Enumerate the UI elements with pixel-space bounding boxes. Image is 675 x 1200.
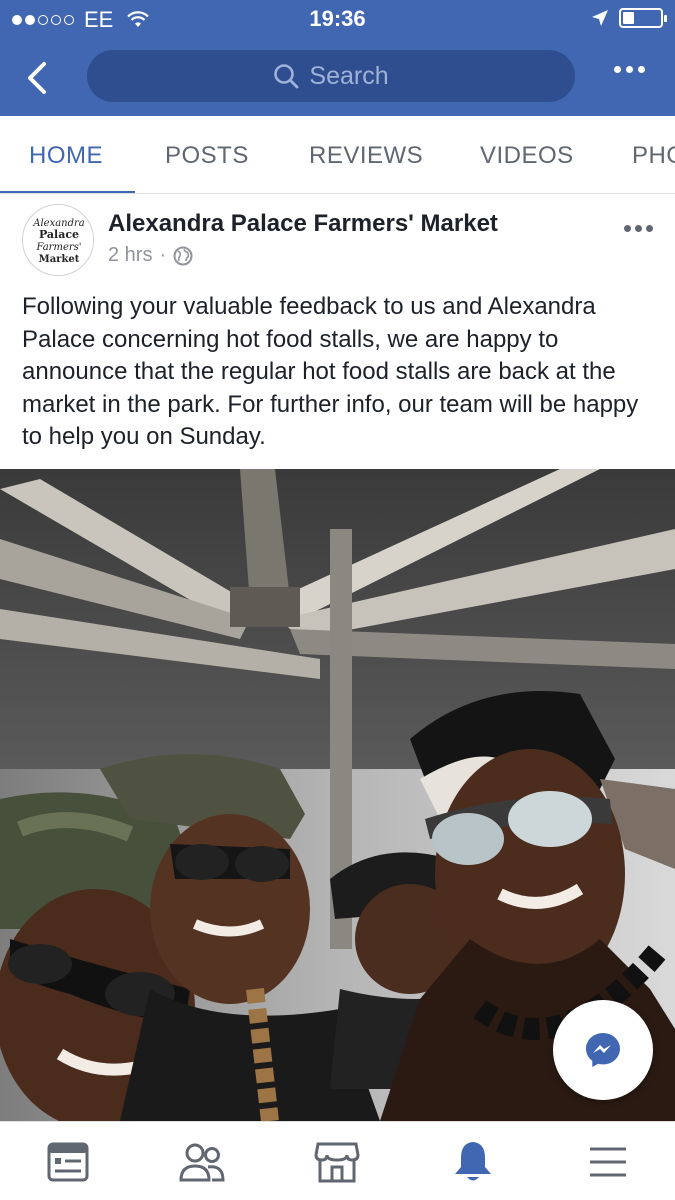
avatar-line-2: Palace [39,228,79,241]
globe-icon [173,246,193,265]
notifications-icon[interactable] [449,1138,497,1186]
page-avatar[interactable]: Alexandra Palace Farmers' Market [22,204,94,276]
news-feed-icon[interactable] [44,1138,92,1186]
page-tabs: HOME POSTS REVIEWS VIDEOS PHO [0,116,675,194]
meta-separator: · [159,244,167,266]
battery-level [623,12,634,24]
status-right [591,8,667,28]
page-name[interactable]: Alexandra Palace Farmers' Market [108,210,498,238]
menu-icon[interactable] [584,1138,632,1186]
status-time: 19:36 [309,6,366,31]
search-placeholder: Search [309,61,389,90]
messenger-icon [586,1033,620,1067]
post-time[interactable]: 2 hrs [108,244,152,267]
post-options-icon[interactable] [624,225,653,232]
tab-photos[interactable]: PHO [632,142,675,170]
avatar-line-4: Market [39,254,80,265]
page-logo: Alexandra Palace Farmers' Market [23,205,93,275]
marketplace-icon[interactable] [313,1138,361,1186]
back-icon[interactable] [22,58,54,98]
top-header: Search [0,38,675,116]
post-card: Alexandra Palace Farmers' Market Alexand… [0,195,675,469]
messenger-button[interactable] [553,1000,653,1100]
post-text: Following your valuable feedback to us a… [22,293,639,451]
search-input[interactable]: Search [87,50,575,102]
friends-icon[interactable] [178,1138,226,1186]
location-arrow-icon [592,10,608,26]
tab-home[interactable]: HOME [29,142,103,170]
tab-posts[interactable]: POSTS [165,142,249,170]
avatar-line-3: Farmers' [35,242,81,253]
battery-icon [619,8,667,28]
tab-videos[interactable]: VIDEOS [480,142,574,170]
bottom-nav [0,1121,675,1200]
active-tab-indicator [0,191,135,193]
more-options-icon[interactable] [614,66,645,73]
post-meta: 2 hrs · [108,244,193,267]
tab-reviews[interactable]: REVIEWS [309,142,423,170]
search-icon [274,64,299,89]
status-bar: EE 19:36 [0,0,675,38]
